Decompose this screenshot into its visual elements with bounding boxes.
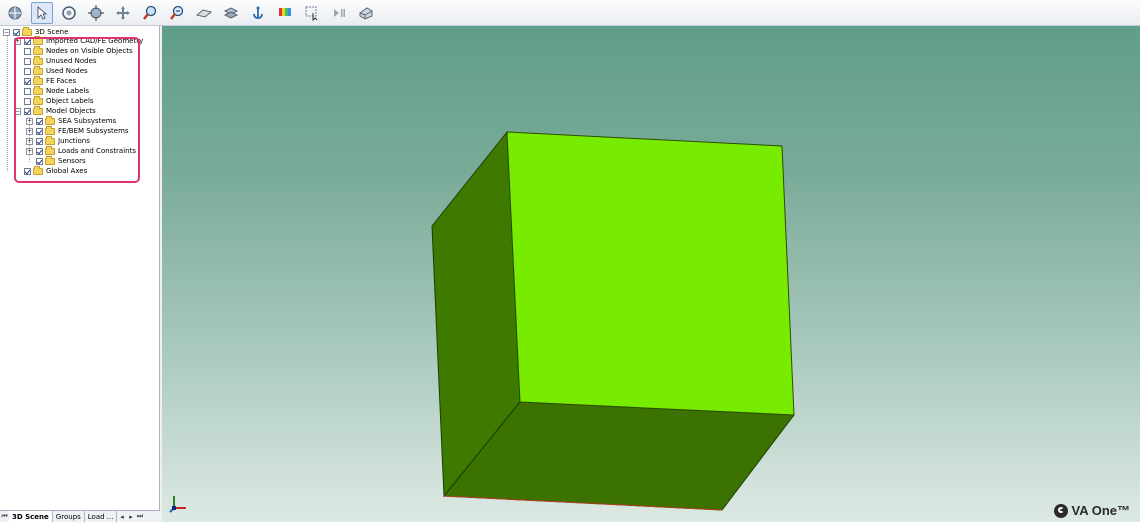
tab-load[interactable]: Load ...: [85, 511, 118, 522]
collapse-icon[interactable]: −: [14, 107, 21, 115]
tree-label: Nodes on Visible Objects: [46, 47, 133, 55]
target-rotate-icon[interactable]: [85, 2, 107, 24]
layers-icon[interactable]: [220, 2, 242, 24]
pan-icon[interactable]: [112, 2, 134, 24]
folder-icon: [45, 135, 55, 145]
tree-item-object-labels[interactable]: Object Labels: [14, 95, 94, 106]
folder-icon: [33, 165, 43, 175]
expand-icon[interactable]: +: [14, 37, 21, 45]
tree-item-sensors[interactable]: Sensors: [26, 155, 86, 166]
tree-label: Sensors: [58, 157, 86, 165]
scene-tree-panel: − 3D Scene + Imported CAD/FE Geometry No…: [0, 26, 160, 510]
tree-label: Object Labels: [46, 97, 94, 105]
plane-view-icon[interactable]: [193, 2, 215, 24]
first-tab-icon[interactable]: ⏮: [0, 512, 9, 521]
tree-item-fe-faces[interactable]: FE Faces: [14, 75, 77, 86]
folder-icon: [33, 95, 43, 105]
panel-tab-bar: ⏮ 3D Scene Groups Load ... ◂ ▸ ⏭: [0, 510, 160, 522]
select-pointer-icon[interactable]: [31, 1, 53, 24]
checkbox[interactable]: [24, 57, 31, 65]
tree-label: Node Labels: [46, 87, 90, 95]
logo-text: VA One™: [1071, 503, 1130, 518]
expand-icon[interactable]: +: [26, 117, 33, 125]
vaone-logo-icon: [1054, 503, 1069, 518]
folder-icon: [33, 45, 43, 55]
axis-triad-icon: [169, 496, 186, 513]
play-icon[interactable]: [328, 2, 350, 24]
tree-item-used-nodes[interactable]: Used Nodes: [14, 65, 88, 76]
next-tab-icon[interactable]: ▸: [126, 513, 135, 521]
main-toolbar: [0, 0, 1140, 26]
tree-item-unused-nodes[interactable]: Unused Nodes: [14, 55, 97, 66]
orbit-icon[interactable]: [58, 2, 80, 24]
tree-label: Junctions: [58, 137, 90, 145]
folder-icon: [33, 55, 43, 65]
cube-render: [169, 130, 795, 513]
tree-item-junctions[interactable]: + Junctions: [26, 135, 90, 146]
checkbox[interactable]: [24, 107, 31, 115]
checkbox[interactable]: [36, 127, 43, 135]
folder-icon: [45, 115, 55, 125]
expand-icon[interactable]: +: [26, 147, 33, 155]
folder-icon: [33, 35, 43, 45]
tree-label: Unused Nodes: [46, 57, 97, 65]
tree-label: Loads and Constraints: [58, 147, 136, 155]
vaone-logo: VA One™: [1054, 503, 1130, 518]
checkbox[interactable]: [24, 167, 31, 175]
tree-item-fe-bem-subsystems[interactable]: + FE/BEM Subsystems: [26, 125, 129, 136]
checkbox[interactable]: [24, 77, 31, 85]
checkbox[interactable]: [24, 87, 31, 95]
select-region-icon[interactable]: [301, 2, 323, 24]
folder-icon: [33, 65, 43, 75]
cube-front-face: [506, 131, 795, 416]
collapse-icon[interactable]: −: [3, 28, 10, 36]
checkbox[interactable]: [24, 97, 31, 105]
folder-icon: [33, 105, 43, 115]
tree-item-loads-constraints[interactable]: + Loads and Constraints: [26, 145, 136, 156]
tree-label: Used Nodes: [46, 67, 88, 75]
tree-label: Model Objects: [46, 107, 96, 115]
folder-icon: [33, 85, 43, 95]
checkbox[interactable]: [36, 137, 43, 145]
tree-label: SEA Subsystems: [58, 117, 117, 125]
tree-item-node-labels[interactable]: Node Labels: [14, 85, 90, 96]
folder-icon: [45, 125, 55, 135]
checkbox[interactable]: [36, 157, 43, 165]
zoom-out-icon[interactable]: [166, 2, 188, 24]
tab-groups[interactable]: Groups: [53, 511, 85, 522]
tree-connector: [7, 36, 8, 171]
tree-item-global-axes[interactable]: Global Axes: [14, 165, 88, 176]
zoom-in-icon[interactable]: [139, 2, 161, 24]
view-cube-icon[interactable]: [355, 2, 377, 24]
tree-label: 3D Scene: [35, 28, 69, 36]
checkbox[interactable]: [24, 47, 31, 55]
tree-label: FE/BEM Subsystems: [58, 127, 129, 135]
3d-viewport[interactable]: VA One™: [162, 26, 1140, 522]
tree-label: Global Axes: [46, 167, 88, 175]
tree-label: FE Faces: [46, 77, 77, 85]
folder-icon: [22, 26, 32, 36]
folder-icon: [45, 155, 55, 165]
checkbox[interactable]: [24, 67, 31, 75]
tree-item-sea-subsystems[interactable]: + SEA Subsystems: [26, 115, 117, 126]
checkbox[interactable]: [36, 147, 43, 155]
tree-item-nodes-visible[interactable]: Nodes on Visible Objects: [14, 45, 133, 56]
tab-3d-scene[interactable]: 3D Scene: [9, 511, 53, 522]
tree-item-imported-cad[interactable]: + Imported CAD/FE Geometry: [14, 35, 144, 46]
rotate-icon[interactable]: [4, 2, 26, 24]
expand-icon[interactable]: +: [26, 127, 33, 135]
anchor-icon[interactable]: [247, 2, 269, 24]
checkbox[interactable]: [36, 117, 43, 125]
last-tab-icon[interactable]: ⏭: [135, 512, 144, 521]
prev-tab-icon[interactable]: ◂: [117, 513, 126, 521]
expand-icon[interactable]: +: [26, 137, 33, 145]
tree-item-model-objects[interactable]: − Model Objects: [14, 105, 96, 116]
checkbox[interactable]: [13, 28, 20, 36]
checkbox[interactable]: [24, 37, 31, 45]
folder-icon: [45, 145, 55, 155]
folder-icon: [33, 75, 43, 85]
color-map-icon[interactable]: [274, 2, 296, 24]
tree-label: Imported CAD/FE Geometry: [46, 37, 144, 45]
